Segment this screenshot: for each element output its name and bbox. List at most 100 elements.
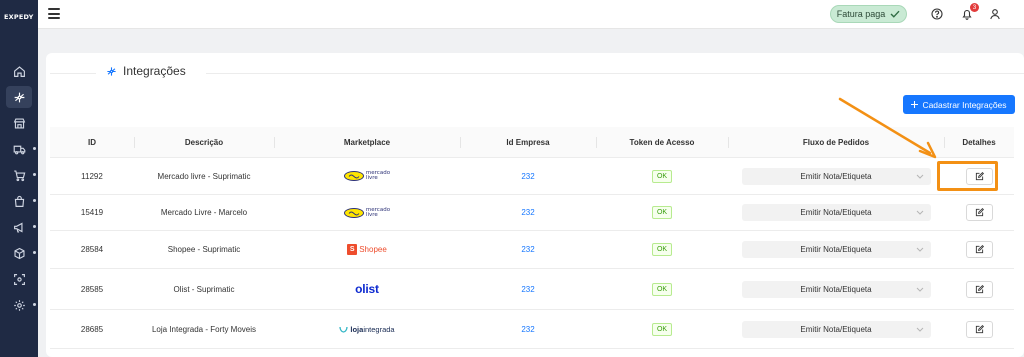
table-row: 28585 Olist - Suprimatic olist 232 OK Em… xyxy=(50,269,1014,310)
integrations-icon xyxy=(14,92,24,102)
user-menu-button[interactable] xyxy=(988,7,1002,21)
token-status-tag: OK xyxy=(651,169,673,183)
order-flow-select[interactable]: Emitir Nota/Etiqueta xyxy=(741,241,931,258)
token-status-tag: OK xyxy=(651,206,673,219)
lojaintegrada-logo: lojaintegrada xyxy=(339,325,395,334)
sidebar-item-store[interactable] xyxy=(6,112,32,134)
cell-marketplace: lojaintegrada xyxy=(274,310,460,348)
header-details: Detalhes xyxy=(944,127,1014,157)
cell-details xyxy=(944,195,1014,230)
edit-icon xyxy=(975,245,984,254)
sidebar-item-products[interactable] xyxy=(6,242,36,264)
edit-details-button[interactable] xyxy=(965,280,993,298)
order-flow-select[interactable]: Emitir Nota/Etiqueta xyxy=(741,167,931,185)
cell-id: 28584 xyxy=(80,245,104,254)
table-row: 28584 Shopee - Suprimatic S Shopee 232 O… xyxy=(50,231,1014,269)
edit-details-button[interactable] xyxy=(965,204,993,221)
cell-token: OK xyxy=(596,310,728,348)
check-icon xyxy=(890,10,900,18)
company-id-link[interactable]: 232 xyxy=(521,208,534,217)
cell-company-id[interactable]: 232 xyxy=(460,310,596,348)
cell-order-flow: Emitir Nota/Etiqueta xyxy=(728,310,944,348)
chevron-down-icon xyxy=(916,327,923,332)
chevron-down-icon xyxy=(916,287,923,292)
help-button[interactable] xyxy=(930,7,944,21)
header-id: ID xyxy=(88,137,96,147)
sidebar-item-shipping[interactable] xyxy=(6,138,36,160)
sidebar-item-scan[interactable] xyxy=(6,268,32,290)
cart-icon xyxy=(13,169,25,181)
cell-marketplace: S Shopee xyxy=(274,231,460,268)
cell-id: 28585 xyxy=(80,284,104,294)
top-bar: Fatura paga 3 xyxy=(38,0,1024,29)
cell-company-id[interactable]: 232 xyxy=(460,158,596,194)
table-row: 15419 Mercado Livre - Marcelo mercado liv… xyxy=(50,195,1014,231)
chevron-down-icon xyxy=(916,174,923,179)
header-company-id: Id Empresa xyxy=(460,127,596,157)
annotation-highlight-box xyxy=(937,161,998,191)
notifications-button[interactable]: 3 xyxy=(960,3,979,21)
cell-marketplace: olist xyxy=(274,269,460,309)
sidebar-item-cart[interactable] xyxy=(6,164,36,186)
megaphone-icon xyxy=(13,221,23,233)
sidebar-item-home[interactable] xyxy=(6,60,32,82)
cell-token: OK xyxy=(596,231,728,268)
cell-company-id[interactable]: 232 xyxy=(460,195,596,230)
sidebar: EXPEDY xyxy=(0,0,38,357)
cell-company-id[interactable]: 232 xyxy=(460,231,596,268)
home-icon xyxy=(13,65,25,77)
company-id-link[interactable]: 232 xyxy=(521,285,534,294)
help-icon xyxy=(931,8,943,20)
company-id-link[interactable]: 232 xyxy=(521,172,534,181)
cell-marketplace: mercado livre xyxy=(274,158,460,194)
chevron-down-icon xyxy=(916,247,923,252)
cell-id: 11292 xyxy=(81,171,103,181)
sidebar-item-bag[interactable] xyxy=(6,190,36,212)
cell-details xyxy=(944,231,1014,268)
sidebar-item-marketing[interactable] xyxy=(6,216,36,238)
cell-id: 28685 xyxy=(80,324,104,334)
title-divider-right xyxy=(206,73,1024,74)
cell-token: OK xyxy=(596,158,728,194)
invoice-status-badge: Fatura paga xyxy=(830,5,907,23)
edit-details-button[interactable] xyxy=(965,320,993,338)
company-id-link[interactable]: 232 xyxy=(521,325,534,334)
token-status-tag: OK xyxy=(651,243,673,256)
mercadolivre-logo: mercado livre xyxy=(343,170,390,181)
edit-details-button[interactable] xyxy=(965,241,993,258)
header-marketplace: Marketplace xyxy=(274,127,460,157)
user-icon xyxy=(990,9,1000,20)
sidebar-item-integrations[interactable] xyxy=(6,86,32,108)
box-icon xyxy=(13,247,25,259)
header-description: Descrição xyxy=(134,127,274,157)
order-flow-select[interactable]: Emitir Nota/Etiqueta xyxy=(741,204,931,221)
company-id-link[interactable]: 232 xyxy=(521,245,534,254)
cell-order-flow: Emitir Nota/Etiqueta xyxy=(728,269,944,309)
gear-icon xyxy=(13,299,25,311)
mercadolivre-logo: mercado livre xyxy=(343,207,390,218)
token-status-tag: OK xyxy=(651,322,673,336)
order-flow-select[interactable]: Emitir Nota/Etiqueta xyxy=(741,280,931,298)
page-title: Integrações xyxy=(106,64,186,78)
notification-count-badge: 3 xyxy=(970,3,979,12)
scan-icon xyxy=(13,273,25,285)
sidebar-item-settings[interactable] xyxy=(6,294,36,316)
cell-token: OK xyxy=(596,195,728,230)
menu-toggle-icon[interactable] xyxy=(48,8,60,19)
token-status-tag: OK xyxy=(651,282,673,296)
cell-order-flow: Emitir Nota/Etiqueta xyxy=(728,195,944,230)
header-token: Token de Acesso xyxy=(596,127,728,157)
shopee-logo: S Shopee xyxy=(347,244,387,255)
bag-icon xyxy=(14,195,24,207)
cell-marketplace: mercado livre xyxy=(274,195,460,230)
app-logo[interactable]: EXPEDY xyxy=(4,13,34,21)
cell-order-flow: Emitir Nota/Etiqueta xyxy=(728,231,944,268)
edit-icon xyxy=(975,324,984,333)
order-flow-select[interactable]: Emitir Nota/Etiqueta xyxy=(741,320,931,338)
page-title-text: Integrações xyxy=(123,64,186,78)
cell-company-id[interactable]: 232 xyxy=(460,269,596,309)
edit-icon xyxy=(975,284,984,293)
cell-description: Loja Integrada - Forty Moveis xyxy=(151,324,257,334)
cell-details xyxy=(944,310,1014,348)
integrations-title-icon xyxy=(107,66,116,76)
